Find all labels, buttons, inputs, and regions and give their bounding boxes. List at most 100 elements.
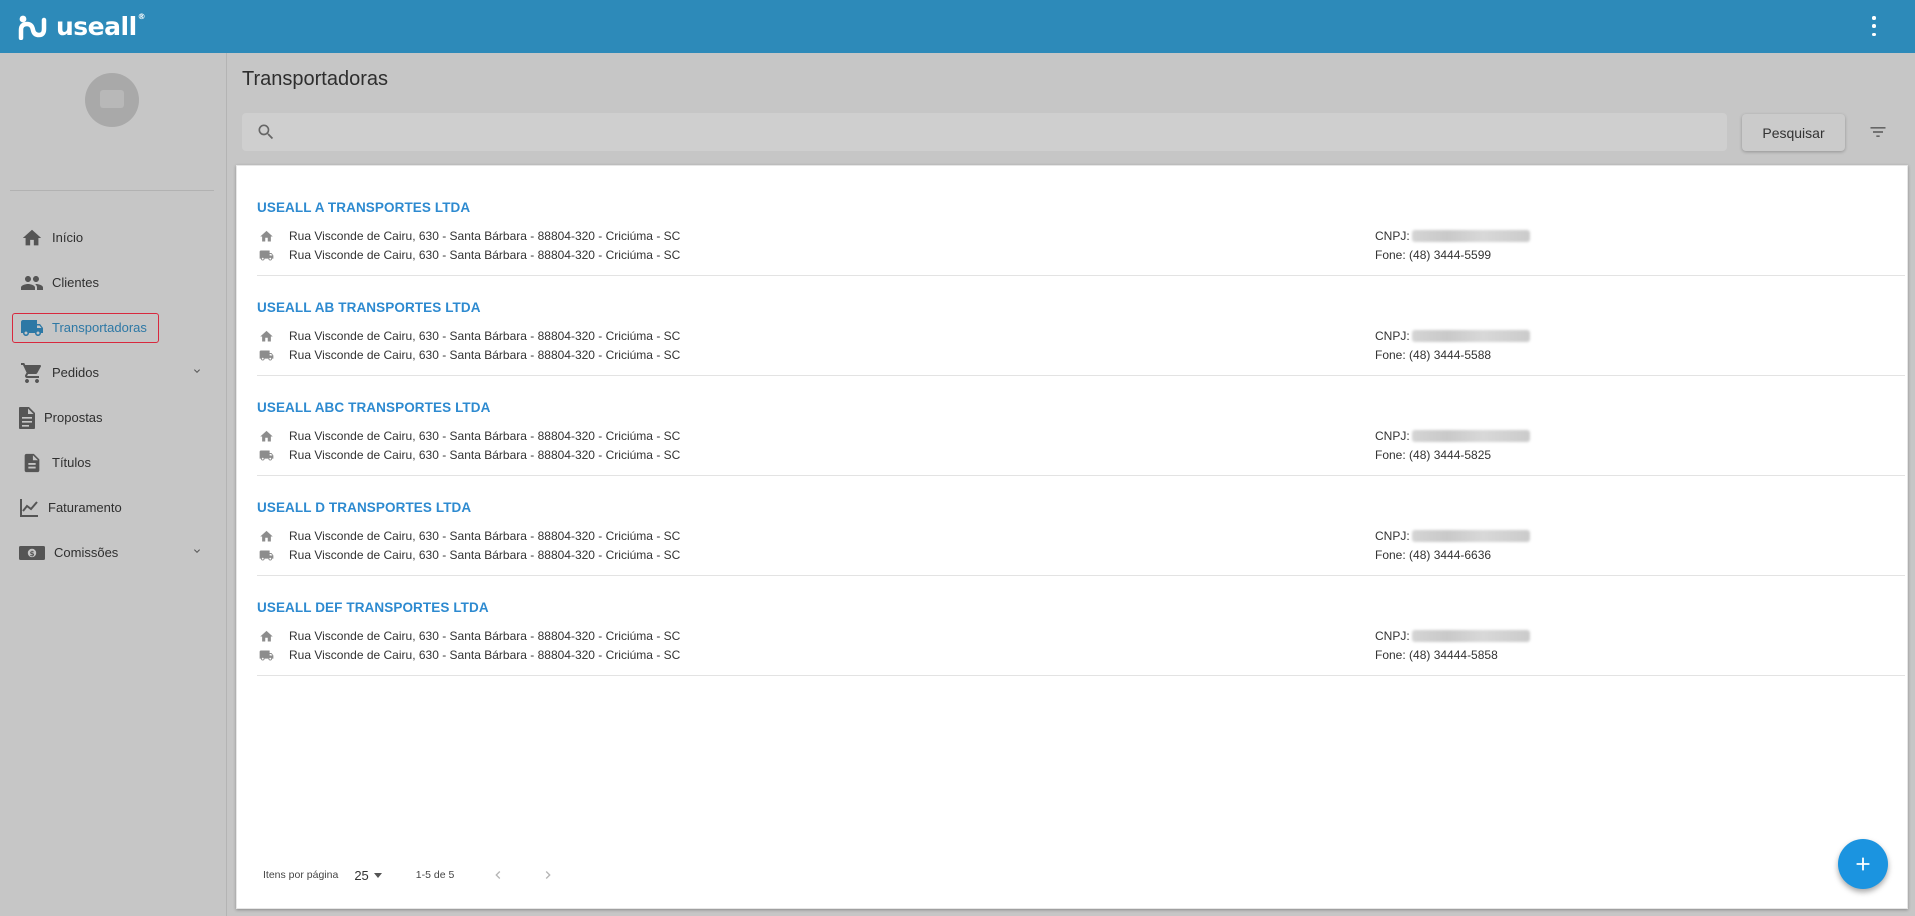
paginator: Itens por página 25 1-5 de 5 xyxy=(263,863,560,887)
carrier-delivery-row: Rua Visconde de Cairu, 630 - Santa Bárba… xyxy=(257,546,680,564)
home-icon xyxy=(257,329,275,344)
cnpj-redacted xyxy=(1411,630,1530,642)
sidebar-item-label: Início xyxy=(52,230,84,245)
search-button[interactable]: Pesquisar xyxy=(1742,114,1845,151)
sidebar-nav: Início Clientes Transportadoras Pedidos xyxy=(0,215,227,575)
home-icon xyxy=(257,529,275,544)
sidebar-item-clientes[interactable]: Clientes xyxy=(0,260,227,305)
previous-page-button[interactable] xyxy=(486,863,510,887)
carrier-cnpj: CNPJ: xyxy=(1375,227,1530,245)
add-icon xyxy=(1856,857,1870,871)
cnpj-label: CNPJ: xyxy=(1375,329,1410,343)
truck-icon xyxy=(20,316,44,340)
truck-icon xyxy=(257,348,275,363)
carrier-address-row: Rua Visconde de Cairu, 630 - Santa Bárba… xyxy=(257,527,680,545)
cnpj-label: CNPJ: xyxy=(1375,529,1410,543)
carrier-list-item: USEALL D TRANSPORTES LTDA Rua Visconde d… xyxy=(257,476,1905,576)
sidebar-item-label: Faturamento xyxy=(48,500,122,515)
sidebar-item-label: Comissões xyxy=(54,545,119,560)
add-carrier-button[interactable] xyxy=(1838,839,1888,889)
home-icon xyxy=(257,429,275,444)
carrier-delivery-row: Rua Visconde de Cairu, 630 - Santa Bárba… xyxy=(257,446,680,464)
carrier-list-item: USEALL DEF TRANSPORTES LTDA Rua Visconde… xyxy=(257,576,1905,676)
carrier-delivery-address: Rua Visconde de Cairu, 630 - Santa Bárba… xyxy=(289,248,681,262)
home-icon xyxy=(20,226,44,250)
next-page-button[interactable] xyxy=(536,863,560,887)
search-bar[interactable] xyxy=(242,113,1727,151)
carrier-cnpj: CNPJ: xyxy=(1375,527,1530,545)
sidebar-item-label: Propostas xyxy=(44,410,103,425)
carrier-name-link[interactable]: USEALL AB TRANSPORTES LTDA xyxy=(257,300,481,315)
home-icon xyxy=(257,629,275,644)
carrier-delivery-row: Rua Visconde de Cairu, 630 - Santa Bárba… xyxy=(257,346,680,364)
chevron-right-icon xyxy=(546,871,551,879)
carrier-address-row: Rua Visconde de Cairu, 630 - Santa Bárba… xyxy=(257,327,680,345)
carrier-cnpj: CNPJ: xyxy=(1375,327,1530,345)
svg-text:$: $ xyxy=(30,550,35,558)
carrier-phone: Fone: (48) 3444-5588 xyxy=(1375,348,1492,362)
sidebar-item-comissoes[interactable]: $ Comissões xyxy=(0,530,227,575)
carrier-cnpj: CNPJ: xyxy=(1375,627,1530,645)
carrier-list: USEALL A TRANSPORTES LTDA Rua Visconde d… xyxy=(257,176,1905,676)
carrier-address: Rua Visconde de Cairu, 630 - Santa Bárba… xyxy=(289,629,681,643)
items-per-page-label: Itens por página xyxy=(263,869,339,881)
carrier-phone: Fone: (48) 3444-5825 xyxy=(1375,448,1492,462)
cnpj-redacted xyxy=(1411,530,1530,542)
carrier-name-link[interactable]: USEALL A TRANSPORTES LTDA xyxy=(257,200,470,215)
description-icon xyxy=(20,451,44,475)
chevron-left-icon xyxy=(495,871,501,879)
sidebar-item-label: Clientes xyxy=(52,275,99,290)
home-icon xyxy=(257,229,275,244)
page-title: Transportadoras xyxy=(242,68,388,90)
truck-icon xyxy=(257,448,275,463)
carrier-address: Rua Visconde de Cairu, 630 - Santa Bárba… xyxy=(289,429,681,443)
carrier-name-link[interactable]: USEALL ABC TRANSPORTES LTDA xyxy=(257,400,490,415)
sidebar-item-propostas[interactable]: Propostas xyxy=(0,395,227,440)
chevron-down-icon[interactable] xyxy=(191,545,203,560)
search-input[interactable] xyxy=(286,113,1727,151)
cnpj-label: CNPJ: xyxy=(1375,629,1410,643)
avatar[interactable] xyxy=(85,73,139,127)
filter-list-icon[interactable] xyxy=(1866,120,1890,144)
cnpj-label: CNPJ: xyxy=(1375,229,1410,243)
search-icon xyxy=(256,122,276,142)
carrier-delivery-address: Rua Visconde de Cairu, 630 - Santa Bárba… xyxy=(289,448,681,462)
carrier-phone: Fone: (48) 3444-6636 xyxy=(1375,548,1492,562)
carrier-delivery-address: Rua Visconde de Cairu, 630 - Santa Bárba… xyxy=(289,648,681,662)
sidebar-item-titulos[interactable]: Títulos xyxy=(0,440,227,485)
cnpj-redacted xyxy=(1411,430,1530,442)
cnpj-redacted xyxy=(1411,330,1530,342)
carrier-delivery-address: Rua Visconde de Cairu, 630 - Santa Bárba… xyxy=(289,348,681,362)
more-vert-icon[interactable] xyxy=(1871,16,1877,36)
page-size-value: 25 xyxy=(354,867,369,883)
carrier-phone: Fone: (48) 3444-5599 xyxy=(1375,248,1492,262)
truck-icon xyxy=(257,548,275,563)
sidebar-item-pedidos[interactable]: Pedidos xyxy=(0,350,227,395)
carrier-address-row: Rua Visconde de Cairu, 630 - Santa Bárba… xyxy=(257,227,680,245)
carrier-name-link[interactable]: USEALL D TRANSPORTES LTDA xyxy=(257,500,471,515)
carrier-address: Rua Visconde de Cairu, 630 - Santa Bárba… xyxy=(289,229,681,243)
truck-icon xyxy=(257,248,275,263)
carrier-delivery-row: Rua Visconde de Cairu, 630 - Santa Bárba… xyxy=(257,246,680,264)
carrier-list-item: USEALL AB TRANSPORTES LTDA Rua Visconde … xyxy=(257,276,1905,376)
carrier-list-item: USEALL ABC TRANSPORTES LTDA Rua Visconde… xyxy=(257,376,1905,476)
dropdown-arrow-icon xyxy=(373,872,382,878)
document-icon xyxy=(18,406,36,430)
carrier-address: Rua Visconde de Cairu, 630 - Santa Bárba… xyxy=(289,329,681,343)
sidebar: Início Clientes Transportadoras Pedidos xyxy=(0,53,227,916)
sidebar-divider xyxy=(10,190,214,191)
page-size-select[interactable]: 25 xyxy=(354,867,382,883)
chevron-down-icon[interactable] xyxy=(191,365,203,380)
truck-icon xyxy=(257,648,275,663)
useall-logo-mark xyxy=(18,15,47,40)
sidebar-item-transportadoras[interactable]: Transportadoras xyxy=(0,305,227,350)
people-icon xyxy=(20,271,44,295)
carrier-address-row: Rua Visconde de Cairu, 630 - Santa Bárba… xyxy=(257,627,680,645)
carrier-name-link[interactable]: USEALL DEF TRANSPORTES LTDA xyxy=(257,600,489,615)
sidebar-item-inicio[interactable]: Início xyxy=(0,215,227,260)
useall-logo[interactable]: useall® xyxy=(18,12,146,41)
carrier-delivery-row: Rua Visconde de Cairu, 630 - Santa Bárba… xyxy=(257,646,680,664)
page-range-label: 1-5 de 5 xyxy=(415,869,455,881)
carrier-list-card: USEALL A TRANSPORTES LTDA Rua Visconde d… xyxy=(236,165,1908,909)
sidebar-item-faturamento[interactable]: Faturamento xyxy=(0,485,227,530)
